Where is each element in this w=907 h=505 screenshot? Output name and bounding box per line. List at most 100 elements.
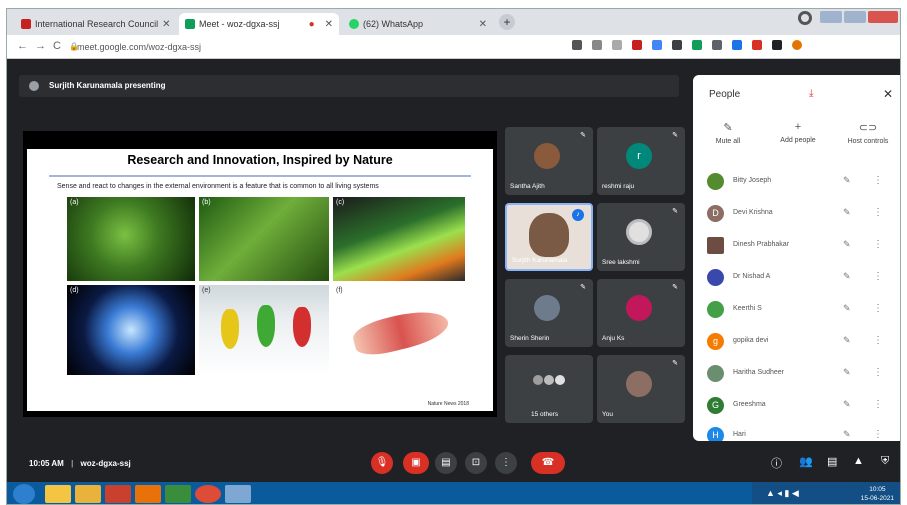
participant-row[interactable]: Dinesh Prabhakar ✎ ⋮ (703, 235, 897, 257)
extension-icon[interactable] (732, 40, 742, 50)
participant-row[interactable]: g gopika devi ✎ ⋮ (703, 331, 897, 353)
mic-off-icon[interactable]: ✎ (843, 367, 851, 378)
action-label: Host controls (847, 138, 889, 145)
participant-row[interactable]: Bitty Joseph ✎ ⋮ (703, 171, 897, 193)
others-tile[interactable]: 15 others (505, 355, 593, 423)
more-options-icon[interactable]: ⋮ (873, 399, 883, 410)
tab-whatsapp[interactable]: (62) WhatsApp ✕ (343, 13, 493, 35)
captions-button[interactable]: ▤ (435, 452, 457, 474)
participant-row[interactable]: H Hari ✎ ⋮ (703, 425, 897, 441)
lock-icon[interactable]: ⛨ (881, 455, 889, 468)
participant-row[interactable]: Keerthi S ✎ ⋮ (703, 299, 897, 321)
more-options-icon[interactable]: ⋮ (873, 335, 883, 346)
tray-icons[interactable]: ▲ ◂ ▮ ◀ (766, 488, 799, 499)
mic-off-icon[interactable]: ✎ (843, 239, 851, 250)
extension-icon[interactable] (632, 40, 642, 50)
app-icon[interactable] (225, 485, 251, 503)
mute-all-button[interactable]: ✎ Mute all (693, 121, 763, 145)
participant-row[interactable]: Haritha Sudheer ✎ ⋮ (703, 363, 897, 385)
participant-row[interactable]: D Devi Krishna ✎ ⋮ (703, 203, 897, 225)
profile-icon[interactable] (792, 40, 802, 50)
file-explorer-icon[interactable] (75, 485, 101, 503)
search-icon[interactable] (592, 40, 602, 50)
leave-call-button[interactable]: ☎ (531, 452, 565, 474)
clock-time: 10:05 AM (29, 459, 64, 468)
mic-off-icon[interactable]: ✎ (843, 429, 851, 440)
mic-toggle-button[interactable]: 🎙 (371, 452, 393, 474)
participant-tile[interactable]: ✎ Santha Ajith (505, 127, 593, 195)
tab-research-council[interactable]: International Research Council ✕ (15, 13, 175, 35)
close-icon[interactable]: ✕ (479, 19, 487, 30)
participant-tile[interactable]: ✎ r reshmi raju (597, 127, 685, 195)
mic-off-icon[interactable]: ✎ (843, 303, 851, 314)
close-window-button[interactable] (868, 11, 898, 23)
more-options-button[interactable]: ⋮ (495, 452, 517, 474)
more-options-icon[interactable]: ⋮ (873, 239, 883, 250)
participant-tile[interactable]: ✎ Sherin Sherin (505, 279, 593, 347)
camera-icon[interactable] (572, 40, 582, 50)
close-icon[interactable]: ✕ (883, 87, 893, 101)
more-options-icon[interactable]: ⋮ (873, 271, 883, 282)
self-tile[interactable]: ✎ You (597, 355, 685, 423)
account-button[interactable] (798, 11, 812, 25)
tab-meet[interactable]: Meet - woz-dgxa-ssj ● ✕ (179, 13, 339, 35)
participant-tile[interactable]: ✎ Anju Ks (597, 279, 685, 347)
participant-tile[interactable]: ✎ Sree lakshmi (597, 203, 685, 271)
tray-clock[interactable]: 10:05 15-06-2021 (861, 485, 894, 503)
extension-icon[interactable] (772, 40, 782, 50)
close-icon[interactable]: ✕ (162, 19, 170, 30)
mic-off-icon[interactable]: ✎ (843, 175, 851, 186)
more-options-icon[interactable]: ⋮ (873, 303, 883, 314)
maximize-button[interactable] (844, 11, 866, 23)
extension-icon[interactable] (752, 40, 762, 50)
new-tab-button[interactable]: + (499, 14, 515, 30)
participant-row[interactable]: G Greeshma ✎ ⋮ (703, 395, 897, 417)
mic-off-icon[interactable]: ✎ (843, 271, 851, 282)
excel-icon[interactable] (165, 485, 191, 503)
close-icon[interactable]: ✕ (325, 19, 333, 30)
ie-icon[interactable] (45, 485, 71, 503)
meeting-code: woz-dgxa-ssj (80, 459, 131, 468)
slide-subtitle: Sense and react to changes in the extern… (57, 183, 379, 190)
reload-icon[interactable]: C (53, 40, 61, 52)
address-bar-row: ← → C 🔒 meet.google.com/woz-dgxa-ssj (7, 35, 900, 59)
participant-name: Sherin Sherin (510, 335, 550, 342)
camera-toggle-button[interactable]: ▣ (403, 452, 429, 474)
mic-off-icon[interactable]: ✎ (843, 335, 851, 346)
extension-icon[interactable] (712, 40, 722, 50)
start-button[interactable] (13, 484, 35, 504)
avatar (707, 269, 724, 286)
extension-icon[interactable] (672, 40, 682, 50)
image-venus-flytrap: (b) (199, 197, 329, 281)
activities-icon[interactable]: ▲ (853, 455, 864, 467)
participant-row[interactable]: Dr Nishad A ✎ ⋮ (703, 267, 897, 289)
media-player-icon[interactable] (105, 485, 131, 503)
more-options-icon[interactable]: ⋮ (873, 175, 883, 186)
more-options-icon[interactable]: ⋮ (873, 207, 883, 218)
video-feed (529, 213, 569, 257)
chrome-icon[interactable] (195, 485, 221, 503)
participant-tile-speaking[interactable]: ♪ Surjith Karunamala (505, 203, 593, 271)
forward-icon[interactable]: → (35, 40, 46, 52)
mic-off-icon[interactable]: ✎ (843, 399, 851, 410)
system-tray: ▲ ◂ ▮ ◀ 10:05 15-06-2021 (752, 482, 900, 504)
chat-icon[interactable]: ▤ (827, 455, 837, 468)
extension-icon[interactable] (692, 40, 702, 50)
more-options-icon[interactable]: ⋮ (873, 367, 883, 378)
recording-icon: ⤓ (809, 88, 814, 99)
extension-icon[interactable] (652, 40, 662, 50)
people-icon[interactable]: 👥 (799, 455, 813, 468)
url-field[interactable]: meet.google.com/woz-dgxa-ssj (77, 39, 317, 55)
firefox-icon[interactable] (135, 485, 161, 503)
host-controls-button[interactable]: ⊂⊃ Host controls (833, 121, 900, 145)
star-icon[interactable] (612, 40, 622, 50)
panel-label: (e) (202, 287, 211, 294)
info-icon[interactable]: ⓘ (771, 455, 782, 471)
present-button[interactable]: ⊡ (465, 452, 487, 474)
more-options-icon[interactable]: ⋮ (873, 429, 883, 440)
add-people-button[interactable]: + Add people (763, 121, 833, 144)
minimize-button[interactable] (820, 11, 842, 23)
mic-off-icon[interactable]: ✎ (843, 207, 851, 218)
back-icon[interactable]: ← (17, 40, 28, 52)
image-chameleon: (c) (333, 197, 465, 281)
